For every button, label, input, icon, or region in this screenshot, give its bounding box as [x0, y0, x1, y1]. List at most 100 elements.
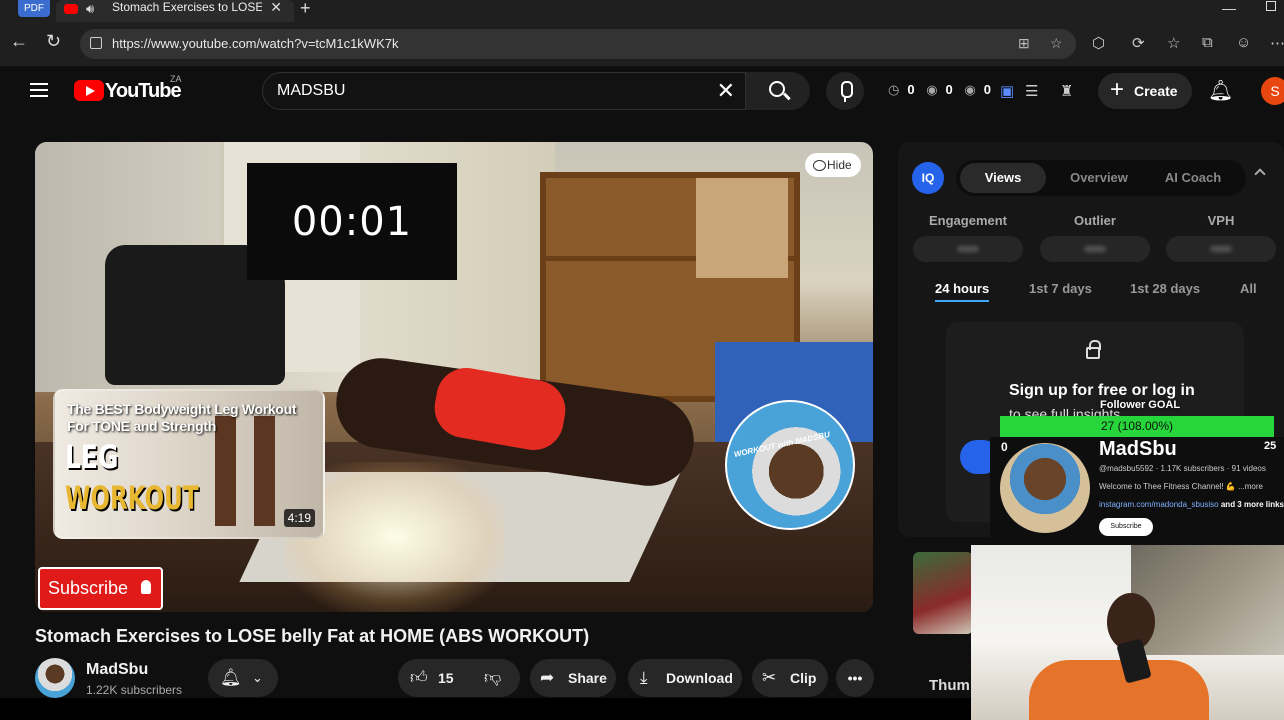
iq-extension-icon[interactable]: ▣: [1000, 82, 1014, 100]
tab-title: Stomach Exercises to LOSE b: [112, 0, 262, 14]
clip-label: Clip: [790, 670, 817, 686]
close-tab-icon[interactable]: ✕: [270, 0, 282, 16]
profile-name: MadSbu: [1099, 438, 1177, 460]
speaker-icon[interactable]: 🔊︎: [86, 1, 94, 17]
metric-outlier-label: Outlier: [1074, 213, 1116, 228]
like-icon[interactable]: 👍︎: [410, 659, 428, 697]
tab-overview[interactable]: Overview: [1054, 160, 1144, 196]
more-actions-button[interactable]: •••: [836, 659, 874, 697]
follower-goal-title: Follower GOAL: [1100, 399, 1181, 411]
list-extension-icon[interactable]: ☰: [1025, 82, 1038, 100]
bell-icon: [141, 580, 151, 594]
pdf-tab-chip[interactable]: PDF: [18, 0, 50, 17]
youtube-header: YouTube ZA MADSBU ✕ ◷0 ◉0 ◉0 ▣ ☰ ♜ Creat…: [0, 66, 1284, 118]
iq-logo[interactable]: IQ: [912, 162, 944, 194]
video-title: Stomach Exercises to LOSE belly Fat at H…: [35, 626, 590, 646]
new-tab-icon[interactable]: +: [300, 0, 311, 19]
lock-icon: [1086, 340, 1101, 359]
timer-text: 00:01: [291, 199, 413, 245]
metric-engagement-label: Engagement: [928, 213, 1007, 228]
bell-icon: 🔔︎: [220, 668, 242, 687]
url-field[interactable]: https://www.youtube.com/watch?v=tcM1c1kW…: [80, 29, 1076, 59]
bottom-strip: [0, 698, 971, 720]
download-icon: ⤓: [640, 668, 648, 687]
circle-label: WORKOUT with MADSBU: [733, 429, 831, 460]
profile-link: instagram.com/madonda_sbusiso: [1099, 500, 1219, 509]
reload-icon[interactable]: ↻: [46, 31, 61, 52]
profile-subscribe-button: Subscribe: [1099, 518, 1153, 536]
webcam-person-shirt: [1029, 660, 1209, 720]
video-player[interactable]: 00:01 Hide The BEST Bodyweight Leg Worko…: [35, 142, 873, 612]
recommended-thumbnail[interactable]: [913, 552, 973, 634]
app-available-icon[interactable]: ⊞: [1018, 35, 1030, 52]
webcam-window: [1131, 545, 1284, 655]
dislike-icon[interactable]: 👎︎: [484, 659, 501, 697]
end-screen-video-card[interactable]: The BEST Bodyweight Leg Workout For TONE…: [53, 389, 325, 539]
profile-avatar-icon[interactable]: ☺: [1236, 34, 1251, 51]
stat-count-1: 0: [907, 82, 915, 97]
chevron-down-icon: ⌄: [252, 670, 263, 685]
extension-stats: ◷ 0 ◉ 0 ◉ 0: [888, 82, 999, 98]
browser-address-bar: ← ↻ https://www.youtube.com/watch?v=tcM1…: [0, 22, 1284, 66]
metric-engagement-value: [913, 236, 1023, 262]
channel-avatar[interactable]: [35, 658, 75, 698]
eye-icon: ◉: [964, 82, 976, 97]
hide-button[interactable]: Hide: [805, 153, 861, 177]
channel-circle-overlay[interactable]: WORKOUT with MADSBU: [725, 400, 855, 530]
collections-icon[interactable]: ⧉: [1202, 34, 1213, 51]
like-count: 15: [438, 670, 454, 686]
site-info-icon[interactable]: [90, 37, 102, 49]
tab-views[interactable]: Views: [960, 163, 1046, 193]
channel-name[interactable]: MadSbu: [86, 661, 148, 679]
voice-search-icon[interactable]: [826, 72, 864, 110]
country-code: ZA: [170, 74, 182, 84]
search-input[interactable]: MADSBU ✕: [262, 72, 746, 110]
stat-count-3: 0: [983, 82, 991, 97]
search-icon: [769, 81, 785, 97]
create-button[interactable]: Create: [1098, 72, 1192, 109]
account-avatar[interactable]: S: [1261, 77, 1284, 105]
range-first-28-days[interactable]: 1st 28 days: [1130, 281, 1200, 296]
back-icon[interactable]: ←: [10, 31, 28, 52]
share-label: Share: [568, 670, 607, 686]
youtube-favicon-icon: [64, 4, 78, 14]
goal-min-value: 0: [1001, 440, 1008, 454]
extensions-icon[interactable]: ⬡: [1092, 34, 1105, 52]
browser-tab-active[interactable]: 🔊︎ Stomach Exercises to LOSE b ✕: [56, 0, 294, 22]
range-all[interactable]: All: [1240, 281, 1257, 296]
notifications-icon[interactable]: 🔔︎: [1208, 78, 1233, 103]
goal-max-value: 25: [1264, 440, 1277, 452]
like-dislike-group: 👍︎ 15 👎︎: [398, 659, 520, 697]
download-button[interactable]: ⤓ Download: [628, 659, 742, 697]
maximize-window-icon[interactable]: [1266, 1, 1276, 11]
browser-tab-bar: PDF 🔊︎ Stomach Exercises to LOSE b ✕ + —: [0, 0, 1284, 22]
favorite-star-icon[interactable]: ☆: [1050, 35, 1063, 52]
collapse-chevron-icon[interactable]: [1254, 168, 1266, 180]
favorites-icon[interactable]: ☆: [1167, 34, 1180, 52]
search-button[interactable]: [746, 72, 810, 110]
menu-icon[interactable]: [30, 83, 48, 97]
stat-count-2: 0: [945, 82, 953, 97]
channel-subscribers: 1.22K subscribers: [86, 683, 183, 697]
range-first-7-days[interactable]: 1st 7 days: [1029, 281, 1092, 296]
subscription-bell-button[interactable]: 🔔︎ ⌄: [208, 659, 278, 697]
profile-avatar: [1000, 443, 1090, 533]
card-big-text-1: LEG: [65, 438, 119, 476]
panel-tabs: Views Overview AI Coach: [956, 160, 1246, 196]
share-button[interactable]: ➦ Share: [530, 659, 616, 697]
clear-search-icon[interactable]: ✕: [717, 78, 735, 104]
metric-vph-label: VPH: [1207, 213, 1235, 228]
clip-button[interactable]: ✂ Clip: [752, 659, 828, 697]
minimize-window-icon[interactable]: —: [1222, 0, 1236, 16]
range-24-hours[interactable]: 24 hours: [935, 281, 990, 302]
tab-ai-coach[interactable]: AI Coach: [1148, 160, 1238, 196]
card-big-text-2: WORKOUT: [65, 479, 199, 517]
card-title: The BEST Bodyweight Leg Workout For TONE…: [67, 401, 297, 434]
trophy-icon[interactable]: ♜: [1060, 82, 1073, 100]
performance-icon[interactable]: ⟳: [1132, 34, 1145, 52]
sidebar-peek-text: Thum: [929, 677, 970, 694]
youtube-play-icon: [74, 80, 104, 101]
subscribe-watermark-button[interactable]: Subscribe: [38, 567, 163, 610]
download-label: Download: [666, 670, 733, 686]
more-menu-icon[interactable]: ⋯: [1270, 34, 1284, 52]
